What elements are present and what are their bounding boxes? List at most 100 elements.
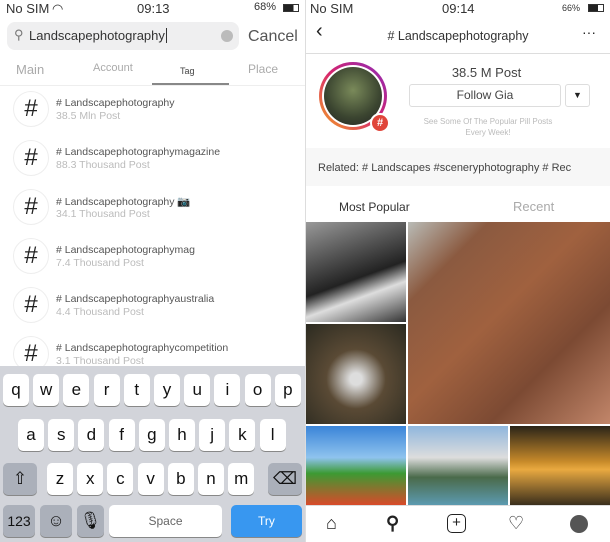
numbers-key[interactable]: 123 xyxy=(3,505,35,537)
result-posts: 7.4 Thousand Post xyxy=(56,257,144,269)
result-name: # Landscapephotographymagazine xyxy=(56,146,221,158)
result-name: # Landscapephotographymag xyxy=(56,244,195,256)
key-g[interactable]: g xyxy=(138,419,165,451)
tab-account[interactable]: Account xyxy=(93,62,133,74)
keyboard: q w e r t y u i o p a s d f g h j k l ⇧ z x c v b n m ⌫ 123 ☺ 🎙 Space Tr… xyxy=(0,366,305,542)
tab-tag[interactable]: Tag xyxy=(180,66,195,76)
status-bar: No SIM 09:14 66% xyxy=(306,0,610,18)
search-result[interactable]: # # Landscapephotographyaustralia 4.4 Thou… xyxy=(0,281,305,330)
hashtag-icon: # xyxy=(13,91,49,127)
result-name: # Landscapephotography 📷 xyxy=(56,196,191,208)
key-l[interactable]: l xyxy=(259,419,286,451)
add-post-icon[interactable]: + xyxy=(447,514,466,533)
emoji-key[interactable]: ☺ xyxy=(40,505,72,537)
key-a[interactable]: a xyxy=(18,419,44,451)
tab-place[interactable]: Place xyxy=(248,62,278,76)
go-key[interactable]: Try xyxy=(231,505,302,537)
grid-photo-large[interactable] xyxy=(408,222,610,424)
result-name: # Landscapephotographyaustralia xyxy=(56,293,215,305)
key-w[interactable]: w xyxy=(33,374,60,406)
key-m[interactable]: m xyxy=(228,463,255,495)
key-o[interactable]: o xyxy=(244,374,271,406)
time: 09:14 xyxy=(442,1,475,16)
hashtag-icon: # xyxy=(13,189,49,225)
key-y[interactable]: y xyxy=(154,374,180,406)
result-posts: 38.5 Mln Post xyxy=(56,110,121,122)
key-i[interactable]: i xyxy=(214,374,241,406)
search-result[interactable]: # # Landscapephotography 38.5 Mln Post xyxy=(0,85,305,134)
time: 09:13 xyxy=(137,1,170,16)
grid-photo[interactable] xyxy=(306,324,406,424)
key-j[interactable]: j xyxy=(199,419,226,451)
grid-photo[interactable] xyxy=(408,426,508,505)
key-s[interactable]: s xyxy=(48,419,75,451)
clear-icon[interactable] xyxy=(221,30,233,42)
page-title: # Landscapephotography xyxy=(387,29,529,43)
nav-bar: ‹ # Landscapephotography ··· xyxy=(306,18,610,54)
key-v[interactable]: v xyxy=(137,463,164,495)
hashtag-icon: # xyxy=(13,140,49,176)
bottom-nav: ⌂ ⚲ + ♡ xyxy=(306,505,610,542)
battery-icon xyxy=(283,4,299,12)
search-result[interactable]: # # Landscapephotographymagazine 88.3 Thou… xyxy=(0,134,305,183)
key-r[interactable]: r xyxy=(93,374,120,406)
related-tags[interactable]: Related: # Landscapes #sceneryphotograph… xyxy=(306,148,610,186)
battery-level: 68% xyxy=(254,1,277,13)
hashtag-icon: # xyxy=(13,287,49,323)
result-posts: 34.1 Thousand Post xyxy=(56,208,150,220)
heart-icon[interactable]: ♡ xyxy=(508,513,524,534)
result-posts: 4.4 Thousand Post xyxy=(56,306,144,318)
home-icon[interactable]: ⌂ xyxy=(326,513,337,534)
carrier: No SIM xyxy=(310,1,354,16)
hashtag-icon: # xyxy=(13,238,49,274)
key-x[interactable]: x xyxy=(77,463,104,495)
key-f[interactable]: f xyxy=(108,419,135,451)
status-bar: No SIM ◠ 09:13 68% xyxy=(0,0,305,18)
grid-photo[interactable] xyxy=(306,222,406,322)
cancel-button[interactable]: Cancel xyxy=(248,28,298,46)
search-icon[interactable]: ⚲ xyxy=(386,513,399,534)
space-key[interactable]: Space xyxy=(109,505,222,537)
result-name: # Landscapephotography xyxy=(56,97,175,109)
grid-photo[interactable] xyxy=(306,426,406,505)
key-b[interactable]: b xyxy=(167,463,194,495)
key-k[interactable]: k xyxy=(229,419,256,451)
tab-recent[interactable]: Recent xyxy=(513,199,554,214)
key-t[interactable]: t xyxy=(123,374,150,406)
profile-avatar[interactable] xyxy=(570,515,588,533)
key-p[interactable]: p xyxy=(274,374,301,406)
more-icon[interactable]: ··· xyxy=(582,24,596,40)
hashtag-avatar: # xyxy=(319,62,390,133)
hint-text: See Some Of The Popular Pill Posts Every… xyxy=(423,117,553,137)
grid-photo[interactable] xyxy=(510,426,610,505)
battery-level: 66% xyxy=(562,3,581,13)
result-posts: 88.3 Thousand Post xyxy=(56,159,150,171)
key-n[interactable]: n xyxy=(198,463,224,495)
key-e[interactable]: e xyxy=(63,374,90,406)
tab-main[interactable]: Main xyxy=(16,62,44,77)
result-name: # Landscapephotographycompetition xyxy=(56,342,229,354)
key-h[interactable]: h xyxy=(169,419,195,451)
key-u[interactable]: u xyxy=(184,374,211,406)
shift-key[interactable]: ⇧ xyxy=(3,463,37,495)
carrier: No SIM xyxy=(6,1,50,16)
search-icon: ⚲ xyxy=(14,27,24,42)
search-result[interactable]: # # Landscapephotographymag 7.4 Thousand P… xyxy=(0,232,305,281)
key-z[interactable]: z xyxy=(47,463,73,495)
post-count: 38.5 M Post xyxy=(451,65,522,80)
battery-icon xyxy=(588,4,604,12)
search-result[interactable]: # # Landscapephotography 📷 34.1 Thousand P… xyxy=(0,183,305,232)
hashtag-badge-icon: # xyxy=(370,113,390,133)
key-d[interactable]: d xyxy=(78,419,105,451)
key-c[interactable]: c xyxy=(107,463,134,495)
microphone-key[interactable]: 🎙 xyxy=(77,505,104,537)
tab-most-popular[interactable]: Most Popular xyxy=(339,200,410,214)
search-input[interactable]: ⚲ Landscapephotography xyxy=(7,22,239,50)
key-q[interactable]: q xyxy=(3,374,29,406)
search-value: Landscapephotography xyxy=(29,28,165,43)
follow-button[interactable]: Follow Gia xyxy=(409,84,561,107)
dropdown-button[interactable]: ▼ xyxy=(565,84,590,107)
backspace-key[interactable]: ⌫ xyxy=(268,463,302,495)
hashtag-page: No SIM 09:14 66% ‹ # Landscapephotograph… xyxy=(305,0,610,542)
search-tabs: Main Account Tag Place xyxy=(0,58,305,86)
